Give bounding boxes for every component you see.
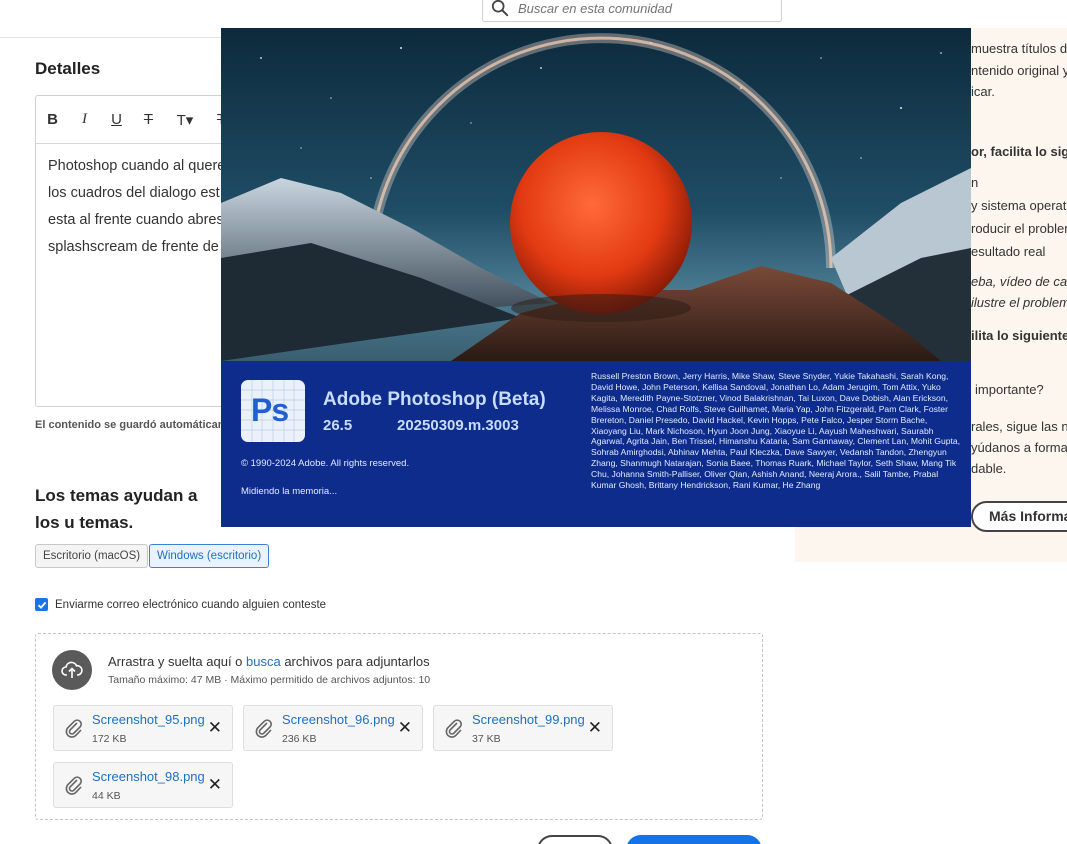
checkmark-icon xyxy=(37,601,46,609)
autosave-status: El contenido se guardó automáticame xyxy=(35,419,234,431)
paperclip-icon xyxy=(65,719,82,738)
paperclip-icon xyxy=(445,719,462,738)
attachment-dropzone[interactable]: Arrastra y suelta aquí o busca archivos … xyxy=(35,633,763,820)
topics-heading: Los temas ayudan a los u temas. xyxy=(35,486,198,532)
guidance-heading: or, facilita lo sigui xyxy=(971,144,1067,159)
guidance-line: yúdanos a forma xyxy=(971,440,1067,455)
remove-attachment-icon[interactable]: ✕ xyxy=(398,718,412,738)
attachment-item: Screenshot_98.png 44 KB ✕ xyxy=(53,762,233,808)
app-version: 26.5 xyxy=(323,417,353,434)
guidance-line: y sistema operativ xyxy=(971,198,1067,213)
email-notify-label: Enviarme correo electrónico cuando algui… xyxy=(55,598,327,611)
text-size-button[interactable]: T▾ xyxy=(172,111,198,129)
search-icon xyxy=(491,0,509,17)
guidance-line: dable. xyxy=(971,461,1007,476)
app-build: 20250309.m.3003 xyxy=(397,417,519,434)
guidance-line: ntenido original y xyxy=(971,63,1067,78)
dropzone-limits: Tamaño máximo: 47 MB · Máximo permitido … xyxy=(108,674,431,686)
email-notify-option[interactable]: Enviarme correo electrónico cuando algui… xyxy=(35,598,326,611)
guidance-line: eba, vídeo de capt xyxy=(971,274,1067,289)
splash-artwork xyxy=(221,28,971,361)
photoshop-logo-icon: Ps xyxy=(241,380,305,442)
paperclip-icon xyxy=(255,719,272,738)
attachment-item: Screenshot_99.png 37 KB ✕ xyxy=(433,705,613,751)
guidance-line: icar. xyxy=(971,84,995,99)
italic-button[interactable]: I xyxy=(76,111,93,128)
guidance-line: muestra títulos de xyxy=(971,41,1067,56)
tag-macos[interactable]: Escritorio (macOS) xyxy=(35,544,149,568)
guidance-line: ilustre el problem xyxy=(971,295,1067,310)
logo-letters: Ps xyxy=(251,392,289,428)
photoshop-splash-window: Ps Adobe Photoshop (Beta) 26.5 20250309.… xyxy=(221,28,971,527)
tag-windows[interactable]: Windows (escritorio) xyxy=(149,544,270,568)
attachment-size: 44 KB xyxy=(92,790,121,802)
guidance-line: importante? xyxy=(975,382,1044,397)
attachment-item: Screenshot_96.png 236 KB ✕ xyxy=(243,705,423,751)
guidance-line: rales, sigue las no xyxy=(971,419,1067,434)
app-name: Adobe Photoshop (Beta) xyxy=(323,389,546,410)
community-search[interactable] xyxy=(482,0,782,22)
attachment-name[interactable]: Screenshot_99.png xyxy=(472,712,585,727)
guidance-heading: ilita lo siguientes xyxy=(971,328,1067,343)
dropzone-title: Arrastra y suelta aquí o busca archivos … xyxy=(108,654,430,669)
search-input[interactable] xyxy=(518,0,758,16)
copyright-notice: © 1990-2024 Adobe. All rights reserved. xyxy=(241,458,410,469)
remove-attachment-icon[interactable]: ✕ xyxy=(588,718,602,738)
details-heading: Detalles xyxy=(35,59,101,78)
attachment-name[interactable]: Screenshot_98.png xyxy=(92,769,205,784)
paperclip-icon xyxy=(65,776,82,795)
loading-status: Midiendo la memoria... xyxy=(241,486,338,497)
splash-info-bar: Ps Adobe Photoshop (Beta) 26.5 20250309.… xyxy=(221,361,971,527)
guidance-line: esultado real xyxy=(971,244,1046,259)
strikethrough-button[interactable]: T xyxy=(140,111,157,128)
submit-button[interactable] xyxy=(626,835,762,844)
guidance-line: roducir el problem xyxy=(971,221,1067,236)
more-info-button[interactable]: Más Informa xyxy=(971,501,1067,532)
attachment-size: 236 KB xyxy=(282,733,317,745)
email-notify-checkbox[interactable] xyxy=(35,598,48,611)
attachment-item: Screenshot_95.png 172 KB ✕ xyxy=(53,705,233,751)
attachment-size: 172 KB xyxy=(92,733,127,745)
attachment-name[interactable]: Screenshot_96.png xyxy=(282,712,395,727)
upload-cloud-icon xyxy=(52,650,92,690)
dropzone-text-end: archivos para adjuntarlos xyxy=(280,654,430,669)
remove-attachment-icon[interactable]: ✕ xyxy=(208,718,222,738)
attachment-name[interactable]: Screenshot_95.png xyxy=(92,712,205,727)
browse-link[interactable]: busca xyxy=(246,654,281,669)
credits-list: Russell Preston Brown, Jerry Harris, Mik… xyxy=(591,371,961,491)
attachment-size: 37 KB xyxy=(472,733,501,745)
underline-button[interactable]: U xyxy=(108,111,125,128)
remove-attachment-icon[interactable]: ✕ xyxy=(208,775,222,795)
bold-button[interactable]: B xyxy=(44,111,61,128)
cancel-button[interactable] xyxy=(537,835,613,844)
dropzone-text: Arrastra y suelta aquí o xyxy=(108,654,247,669)
guidance-line: n xyxy=(971,175,979,190)
